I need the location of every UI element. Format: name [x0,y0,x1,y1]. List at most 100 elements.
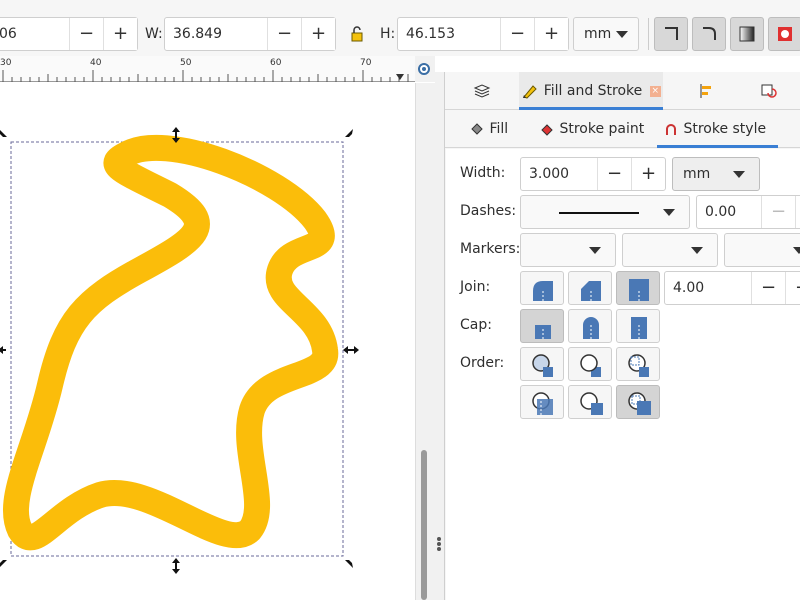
miter-join-icon [629,279,649,301]
panel-resize-handle[interactable] [435,72,444,600]
end-marker-select[interactable] [724,233,800,267]
miter-join-button[interactable] [616,271,660,305]
stroke-paint-icon [541,124,553,136]
dash-offset-increment-button[interactable]: − [795,196,800,228]
width-unit-select[interactable]: mm [672,157,760,191]
fill-stroke-subtabs: Fill Stroke paint Stroke style [445,110,800,148]
bevel-join-button[interactable] [568,271,612,305]
tab-layers[interactable] [445,72,519,110]
scale-radii-button[interactable] [692,17,726,51]
order-markers-fill-stroke-button[interactable] [520,385,564,419]
corner-icon [665,27,678,40]
ruler-ticks [2,70,409,82]
cap-label: Cap: [460,317,492,333]
dialog-tabs: Fill and Stroke × [445,72,800,110]
width-decrement-button[interactable]: − [597,158,631,190]
w-spinbox[interactable]: 36.849 − + [164,17,336,51]
square-cap-icon [631,317,647,339]
x-spinbox[interactable]: 06 − + [0,17,138,51]
round-cap-button[interactable] [568,309,612,343]
dash-offset-value[interactable]: 0.00 [705,196,736,228]
mid-marker-select[interactable] [622,233,718,267]
x-increment-button[interactable]: + [103,18,137,50]
h-value[interactable]: 46.153 [398,18,500,50]
tab-stroke-style-label: Stroke style [683,121,767,137]
dashes-label: Dashes: [460,203,517,219]
x-value[interactable]: 06 [0,18,69,50]
tab-fill-and-stroke[interactable]: Fill and Stroke × [519,72,663,110]
butt-cap-button[interactable] [520,309,564,343]
tab-fill[interactable]: Fill [463,110,539,148]
w-label: W: [145,26,163,42]
stroke-style-content: Width: 3.000 − + mm Dashes: 0.00 − − Mar… [446,149,800,600]
chevron-down-icon [691,247,703,254]
start-marker-select[interactable] [520,233,616,267]
x-decrement-button[interactable]: − [69,18,103,50]
zoom-icon [418,63,430,75]
h-spinbox[interactable]: 46.153 − + [397,17,569,51]
fill-icon [471,123,483,135]
yellow-stroke-shape[interactable] [3,134,339,551]
square-cap-button[interactable] [616,309,660,343]
width-label: Width: [460,165,506,181]
dash-pattern-select[interactable] [520,195,690,229]
order-fill-markers-stroke-button[interactable] [616,347,660,381]
scale-stroke-button[interactable] [654,17,688,51]
grip-dot [437,542,441,546]
zoom-corner[interactable] [415,56,435,82]
order-stroke-markers-fill-button[interactable] [568,385,612,419]
align-icon [700,84,711,98]
order-icon [532,354,553,377]
h-decrement-button[interactable]: − [500,18,534,50]
move-gradients-button[interactable] [730,17,764,51]
close-icon[interactable]: × [649,85,661,97]
miter-limit-value[interactable]: 4.00 [673,272,704,304]
order-markers-stroke-fill-button[interactable] [616,385,660,419]
width-value[interactable]: 3.000 [529,158,569,190]
fill-stroke-icon [523,85,537,99]
chevron-down-icon [793,247,800,254]
order-fill-stroke-markers-button[interactable] [520,347,564,381]
round-join-button[interactable] [520,271,564,305]
tab-stroke-paint-label: Stroke paint [559,121,645,137]
ruler-label: 40 [90,58,102,68]
tab-undo-history[interactable] [735,72,800,110]
miter-limit-decrement-button[interactable]: − [751,272,785,304]
horizontal-ruler[interactable]: 30 40 50 60 70 [0,56,415,82]
pattern-icon [778,27,792,41]
bevel-join-icon [581,281,601,301]
miter-limit-increment-button[interactable]: − [785,272,800,304]
ruler-label: 50 [180,58,192,68]
width-spinbox[interactable]: 3.000 − + [520,157,666,191]
w-value[interactable]: 36.849 [165,18,267,50]
ruler-label: 70 [360,58,372,68]
unit-select[interactable]: mm [573,17,639,51]
chevron-down-icon [663,209,675,216]
order-icon [628,354,649,377]
drawing-canvas[interactable] [0,83,415,600]
round-join-icon [533,281,553,301]
move-patterns-button[interactable] [768,17,800,51]
grip-dot [437,547,441,551]
canvas-drawing [0,127,359,574]
w-decrement-button[interactable]: − [267,18,301,50]
w-increment-button[interactable]: + [301,18,335,50]
vertical-scrollbar[interactable] [415,83,435,600]
chevron-down-icon [733,171,745,178]
ruler-label: 30 [0,58,12,68]
markers-label: Markers: [460,241,521,257]
tab-stroke-style[interactable]: Stroke style [657,110,778,148]
h-increment-button[interactable]: + [534,18,568,50]
fill-stroke-dock: Fill and Stroke × Fill Stroke paint Stro… [444,72,800,600]
width-increment-button[interactable]: + [631,158,665,190]
unit-value: mm [584,26,612,42]
tab-align[interactable] [669,72,743,110]
order-stroke-fill-markers-button[interactable] [568,347,612,381]
miter-limit-spinbox[interactable]: 4.00 − − [664,271,800,305]
dash-offset-decrement-button[interactable]: − [761,196,795,228]
order-icon [580,392,603,415]
scrollbar-thumb[interactable] [421,450,427,600]
lock-icon[interactable] [350,26,366,46]
dash-offset-spinbox[interactable]: 0.00 − − [696,195,800,229]
tab-stroke-paint[interactable]: Stroke paint [533,110,655,148]
